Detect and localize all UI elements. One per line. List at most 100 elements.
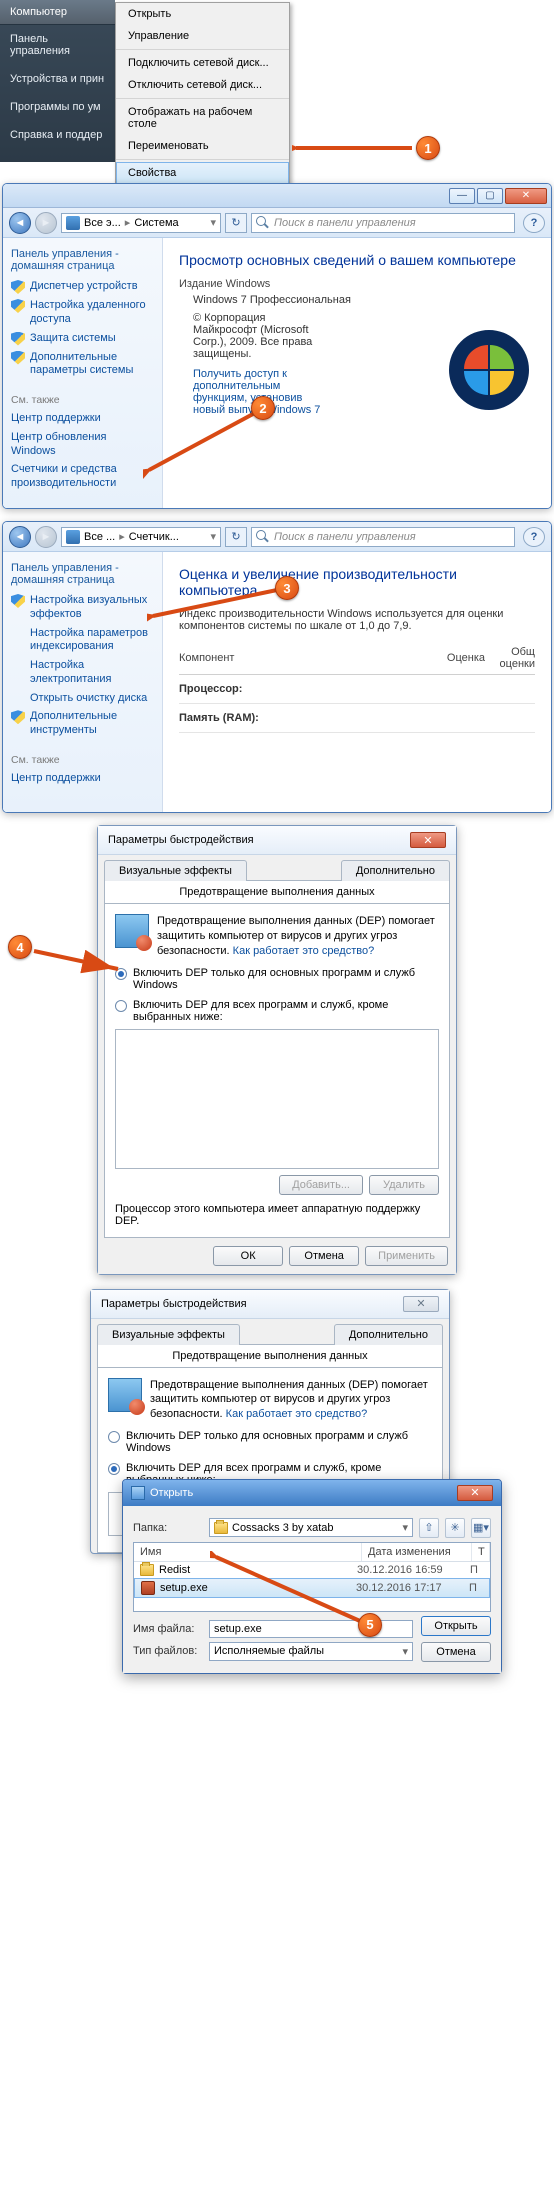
ok-button[interactable]: ОК — [213, 1246, 283, 1266]
back-button[interactable]: ◄ — [9, 526, 31, 548]
sidebar-advanced-settings[interactable]: Дополнительные параметры системы — [11, 351, 154, 379]
sidebar-action-center[interactable]: Центр поддержки — [11, 412, 154, 426]
radio-icon — [115, 968, 127, 980]
ctx-rename[interactable]: Переименовать — [116, 135, 289, 157]
sidebar-system-protection[interactable]: Защита системы — [11, 332, 154, 346]
col-type[interactable]: Т — [472, 1543, 490, 1561]
maximize-button[interactable]: ▢ — [477, 188, 503, 204]
file-type-combobox[interactable]: Исполняемые файлы ▾ — [209, 1642, 413, 1661]
sidebar-power[interactable]: Настройка электропитания — [30, 659, 154, 687]
file-list[interactable]: Имя Дата изменения Т Redist30.12.2016 16… — [133, 1542, 491, 1612]
breadcrumb[interactable]: Счетчик... — [129, 531, 179, 543]
chevron-down-icon: ▾ — [210, 216, 216, 229]
cancel-button[interactable]: Отмена — [421, 1642, 491, 1662]
sidebar-disk-cleanup[interactable]: Открыть очистку диска — [30, 692, 154, 706]
sidebar-title: Панель управления - домашняя страница — [11, 248, 154, 272]
dep-shield-icon — [115, 914, 149, 948]
cancel-button[interactable]: Отмена — [289, 1246, 359, 1266]
breadcrumb[interactable]: Все э... — [84, 217, 121, 229]
ctx-map-drive[interactable]: Подключить сетевой диск... — [116, 52, 289, 74]
breadcrumb[interactable]: Все ... — [84, 531, 115, 543]
shield-icon — [11, 332, 25, 346]
ctx-open[interactable]: Открыть — [116, 3, 289, 25]
refresh-button[interactable]: ↻ — [225, 213, 247, 233]
folder-name: Cossacks 3 by xatab — [232, 1522, 334, 1534]
tab-visual-effects[interactable]: Визуальные эффекты — [97, 1324, 240, 1345]
dep-how-link[interactable]: Как работает это средство? — [226, 1408, 368, 1420]
tab-advanced[interactable]: Дополнительно — [334, 1324, 443, 1345]
performance-table: Компонент Оценка Общ оценки Процессор: П… — [179, 642, 535, 733]
col-date[interactable]: Дата изменения — [362, 1543, 472, 1561]
help-button[interactable]: ? — [523, 213, 545, 233]
exclusion-listbox[interactable] — [115, 1029, 439, 1169]
dialog-body: Папка: Cossacks 3 by xatab ▾ ⇧ ✳ ▦▾ Имя … — [123, 1506, 501, 1673]
start-item-devices[interactable]: Устройства и прин — [0, 65, 115, 93]
start-item-control-panel[interactable]: Панель управления — [0, 25, 115, 65]
sidebar-windows-update[interactable]: Центр обновления Windows — [11, 431, 154, 459]
file-name: Redist — [159, 1564, 352, 1576]
content-pane: Оценка и увеличение производительности к… — [163, 552, 551, 812]
chevron-right-icon: ▸ — [125, 216, 131, 229]
remove-button[interactable]: Удалить — [369, 1175, 439, 1195]
sidebar-advanced-tools[interactable]: Дополнительные инструменты — [11, 710, 154, 738]
row-cpu-label: Процессор: — [179, 675, 430, 704]
close-button[interactable]: ✕ — [505, 188, 547, 204]
search-input[interactable]: Поиск в панели управления — [251, 527, 515, 547]
dep-option-essential[interactable]: Включить DEP только для основных програм… — [115, 967, 439, 991]
view-menu-button[interactable]: ▦▾ — [471, 1518, 491, 1538]
chevron-down-icon: ▾ — [210, 530, 216, 543]
tab-advanced[interactable]: Дополнительно — [341, 860, 450, 881]
start-item-help[interactable]: Справка и поддер — [0, 121, 115, 149]
back-button[interactable]: ◄ — [9, 212, 31, 234]
file-list-header[interactable]: Имя Дата изменения Т — [134, 1543, 490, 1562]
windows-logo-icon — [449, 330, 529, 410]
dialog-title: Параметры быстродействия — [108, 834, 254, 846]
minimize-button[interactable]: — — [449, 188, 475, 204]
chevron-down-icon: ▾ — [402, 1645, 408, 1658]
new-folder-button[interactable]: ✳ — [445, 1518, 465, 1538]
sidebar-indexing[interactable]: Настройка параметров индексирования — [30, 627, 154, 655]
file-row[interactable]: Redist30.12.2016 16:59П — [134, 1562, 490, 1578]
forward-button[interactable]: ► — [35, 212, 57, 234]
breadcrumb[interactable]: Система — [134, 217, 178, 229]
edition-value: Windows 7 Профессиональная — [193, 294, 535, 306]
start-item-computer[interactable]: Компьютер — [0, 0, 115, 25]
col-name[interactable]: Имя — [134, 1543, 362, 1561]
tab-dep[interactable]: Предотвращение выполнения данных — [104, 880, 450, 903]
dep-option-all-except[interactable]: Включить DEP для всех программ и служб, … — [115, 999, 439, 1023]
refresh-button[interactable]: ↻ — [225, 527, 247, 547]
tab-visual-effects[interactable]: Визуальные эффекты — [104, 860, 247, 881]
address-bar[interactable]: Все ... ▸ Счетчик... ▾ — [61, 527, 221, 547]
ctx-manage[interactable]: Управление — [116, 25, 289, 47]
help-button[interactable]: ? — [523, 527, 545, 547]
tab-dep[interactable]: Предотвращение выполнения данных — [97, 1344, 443, 1367]
apply-button[interactable]: Применить — [365, 1246, 448, 1266]
dep-option-essential[interactable]: Включить DEP только для основных програм… — [108, 1430, 432, 1454]
close-button[interactable]: ✕ — [457, 1485, 493, 1501]
start-item-defaults[interactable]: Программы по ум — [0, 93, 115, 121]
forward-button[interactable]: ► — [35, 526, 57, 548]
dialog-titlebar: Параметры быстродействия ✕ — [98, 826, 456, 855]
performance-options-dialog: Параметры быстродействия ✕ Визуальные эф… — [97, 825, 457, 1275]
open-button[interactable]: Открыть — [421, 1616, 491, 1636]
search-input[interactable]: Поиск в панели управления — [251, 213, 515, 233]
add-button[interactable]: Добавить... — [279, 1175, 363, 1195]
sidebar-performance-tools[interactable]: Счетчики и средства производительности — [11, 463, 154, 491]
sidebar-visual-effects[interactable]: Настройка визуальных эффектов — [11, 594, 154, 622]
up-one-level-button[interactable]: ⇧ — [419, 1518, 439, 1538]
dep-how-link[interactable]: Как работает это средство? — [233, 945, 375, 957]
close-button[interactable]: ✕ — [410, 832, 446, 848]
sidebar-remote-settings[interactable]: Настройка удаленного доступа — [11, 299, 154, 327]
ctx-show-on-desktop[interactable]: Отображать на рабочем столе — [116, 101, 289, 135]
look-in-combobox[interactable]: Cossacks 3 by xatab ▾ — [209, 1518, 413, 1537]
sidebar-device-manager[interactable]: Диспетчер устройств — [11, 280, 154, 294]
file-name-input[interactable]: setup.exe — [209, 1620, 413, 1638]
address-bar[interactable]: Все э... ▸ Система ▾ — [61, 213, 221, 233]
ctx-unmap-drive[interactable]: Отключить сетевой диск... — [116, 74, 289, 96]
close-button[interactable]: ✕ — [403, 1296, 439, 1312]
ctx-properties[interactable]: Свойства — [116, 162, 289, 184]
radio-icon — [108, 1431, 120, 1443]
sidebar-action-center[interactable]: Центр поддержки — [11, 772, 154, 786]
file-row[interactable]: setup.exe30.12.2016 17:17П — [134, 1578, 490, 1598]
dialog-titlebar[interactable]: Открыть ✕ — [123, 1480, 501, 1506]
